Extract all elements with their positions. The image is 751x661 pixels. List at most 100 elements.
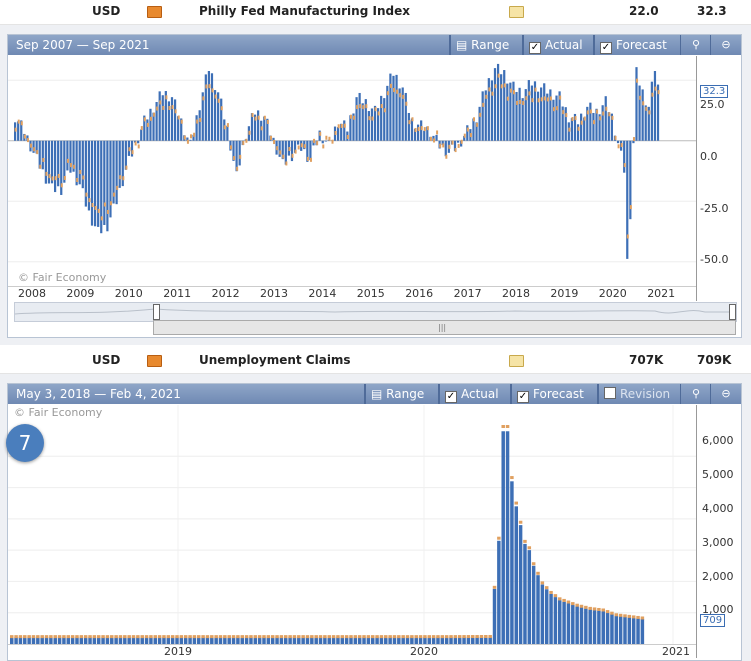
chart2-x-axis: 2019 2020 2021 [8, 644, 696, 659]
actual-bar [49, 637, 53, 644]
x-tick: 2013 [260, 287, 288, 300]
forecast-marker [291, 153, 294, 158]
actual-bar [140, 637, 144, 644]
forecast-marker [340, 635, 345, 639]
actual-bar [493, 68, 497, 141]
event-title[interactable]: Philly Fed Manufacturing Index [199, 4, 410, 18]
actual-bar [90, 140, 94, 226]
actual-checkbox-icon[interactable]: ✓ [445, 391, 457, 403]
forecast-marker [162, 105, 165, 110]
range-label: Range [471, 38, 510, 52]
forecast-marker [531, 562, 536, 566]
forecast-marker [457, 143, 460, 148]
actual-bar [518, 87, 521, 141]
forecast-marker [88, 635, 92, 639]
navigator-handle-left[interactable] [153, 304, 160, 320]
actual-bar [456, 140, 460, 143]
actual-bar [484, 637, 488, 644]
x-tick: 2021 [647, 287, 676, 300]
actual-bar [262, 637, 266, 644]
y-tick: 2,000 [702, 570, 734, 583]
actual-bar [543, 83, 546, 141]
forecast-marker [60, 183, 63, 188]
forecast-marker [571, 117, 574, 122]
forecast-marker [288, 635, 292, 639]
zoom-out-icon[interactable]: ⊖ [710, 384, 741, 404]
event-title[interactable]: Unemployment Claims [199, 353, 351, 367]
forecast-marker [642, 101, 645, 106]
actual-bar [210, 73, 214, 141]
folder-icon[interactable] [147, 6, 162, 18]
navigator-handle-right[interactable] [729, 304, 736, 320]
actual-bar [571, 604, 575, 644]
forecast-marker [157, 635, 162, 639]
chart2-range-button[interactable]: ▤ Range [364, 384, 424, 404]
forecast-marker [83, 635, 88, 639]
forecast-marker [36, 150, 39, 155]
revision-checkbox-icon[interactable] [604, 387, 616, 399]
forecast-marker [122, 176, 125, 181]
actual-bar [653, 71, 657, 141]
forecast-marker [451, 140, 454, 145]
actual-bar [198, 110, 201, 141]
forecast-marker [627, 614, 632, 618]
forecast-marker [420, 126, 423, 131]
actual-bar [515, 91, 518, 141]
calendar-row-philly[interactable]: USD Philly Fed Manufacturing Index 22.0 … [0, 0, 751, 25]
chart1-actual-toggle[interactable]: ✓ Actual [522, 35, 583, 55]
x-tick: 2010 [114, 287, 143, 300]
actual-bar [297, 140, 300, 145]
forecast-marker [44, 635, 49, 639]
forecast-marker [444, 635, 449, 639]
forecast-checkbox-icon[interactable]: ✓ [517, 391, 529, 403]
forecast-marker [103, 202, 106, 207]
actual-bar [549, 593, 553, 644]
actual-bar [140, 129, 143, 141]
actual-bar [635, 67, 638, 141]
zoom-in-icon[interactable]: ⚲ [680, 35, 711, 55]
actual-bar [423, 637, 427, 644]
forecast-marker [566, 600, 571, 604]
actual-checkbox-icon[interactable]: ✓ [529, 42, 541, 54]
chart2-actual-toggle[interactable]: ✓ Actual [438, 384, 499, 404]
chart1-forecast-toggle[interactable]: ✓ Forecast [593, 35, 667, 55]
forecast-marker [401, 635, 405, 639]
chart2-forecast-toggle[interactable]: ✓ Forecast [510, 384, 584, 404]
chart1-range-button[interactable]: ▤ Range [449, 35, 509, 55]
x-tick: 2021 [662, 645, 690, 658]
actual-bar [416, 124, 420, 141]
actual-bar [510, 481, 514, 644]
actual-bar [323, 637, 327, 644]
zoom-out-icon[interactable]: ⊖ [710, 35, 741, 55]
actual-bar [223, 119, 226, 141]
forecast-marker [36, 635, 40, 639]
chart1-navigator[interactable] [14, 302, 737, 322]
zoom-in-icon[interactable]: ⚲ [680, 384, 711, 404]
actual-bar [266, 637, 271, 644]
calendar-row-claims[interactable]: USD Unemployment Claims 707K 709K [0, 349, 751, 374]
chart1-scrollbar[interactable]: ||| [153, 320, 736, 335]
chart2-revision-toggle[interactable]: Revision [597, 384, 670, 404]
forecast-marker [648, 110, 651, 115]
forecast-marker [242, 141, 245, 146]
actual-bar [275, 637, 279, 644]
forecast-marker [614, 613, 619, 617]
actual-bar [623, 616, 627, 644]
folder-icon[interactable] [147, 355, 162, 367]
forecast-marker [505, 425, 510, 429]
copyright: © Fair Economy [14, 406, 103, 419]
y-tick: 6,000 [702, 434, 734, 447]
forecast-marker [540, 97, 543, 102]
actual-bar [197, 637, 201, 644]
actual-bar [427, 637, 432, 644]
chart1-plot [8, 63, 696, 263]
forecast-marker [20, 121, 23, 126]
forecast-checkbox-icon[interactable]: ✓ [600, 42, 612, 54]
forecast-marker [431, 635, 436, 639]
forecast-marker [276, 146, 279, 151]
forecast-marker [359, 104, 362, 109]
forecast-value: 32.3 [697, 4, 727, 18]
forecast-marker [584, 605, 588, 609]
detail-folder-icon[interactable] [509, 355, 524, 367]
detail-folder-icon[interactable] [509, 6, 524, 18]
